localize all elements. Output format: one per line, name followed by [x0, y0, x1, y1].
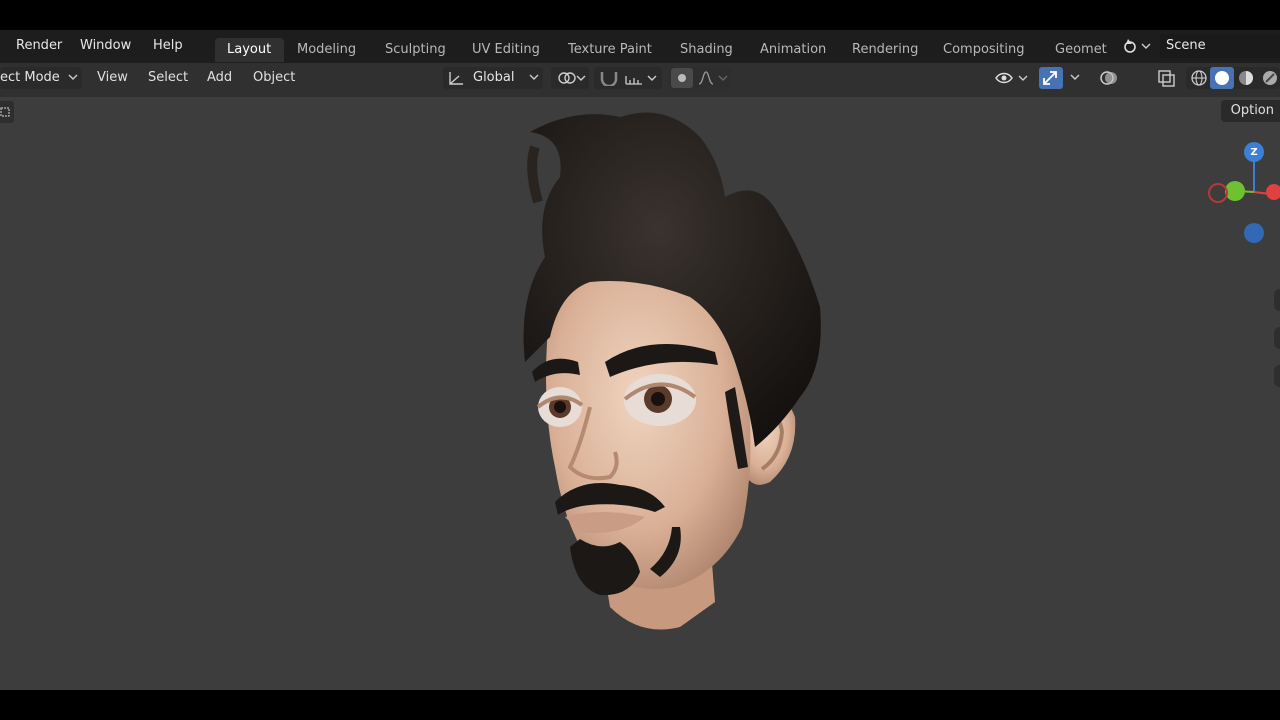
tab-compositing[interactable]: Compositing	[931, 38, 1045, 62]
tab-uv-editing[interactable]: UV Editing	[460, 38, 559, 62]
scene-icon	[1124, 39, 1151, 53]
proportional-edit-icon	[671, 68, 693, 88]
overlay-icon	[1100, 71, 1117, 85]
camera-view-button[interactable]	[1274, 365, 1280, 387]
pan-button[interactable]	[1274, 327, 1280, 349]
snap-controls[interactable]	[594, 67, 662, 89]
overlay-button[interactable]	[1097, 67, 1121, 89]
pivot-dropdown[interactable]	[551, 67, 589, 89]
toolbar-toggle[interactable]	[0, 101, 14, 123]
select-box-icon	[0, 107, 10, 117]
transform-orientation-icon	[449, 72, 463, 85]
menu-view[interactable]: View	[97, 70, 128, 85]
rendered-shading-icon	[1262, 71, 1277, 85]
proportional-edit-controls[interactable]	[669, 67, 731, 89]
scene-selector[interactable]	[1120, 36, 1156, 56]
menu-add[interactable]: Add	[207, 70, 232, 85]
orientation-dropdown[interactable]: Global	[443, 67, 543, 89]
material-shading-button[interactable]	[1235, 68, 1257, 88]
gizmo-x-axis[interactable]	[1266, 184, 1280, 200]
zoom-button[interactable]	[1274, 289, 1280, 311]
tab-sculpting[interactable]: Sculpting	[373, 38, 462, 62]
menu-help[interactable]: Help	[153, 38, 183, 53]
eye-visibility-icon	[995, 72, 1028, 84]
gizmo-z-axis[interactable]: Z	[1244, 142, 1264, 162]
tab-rendering[interactable]: Rendering	[840, 38, 934, 62]
character-head-model[interactable]	[480, 107, 860, 647]
snap-magnet-icon	[600, 72, 618, 86]
visibility-dropdown[interactable]	[992, 67, 1030, 89]
menu-object[interactable]: Object	[253, 70, 295, 85]
chevron-down-icon	[68, 74, 78, 80]
gizmo-arrow-icon	[1043, 71, 1057, 85]
tab-geometry-nodes[interactable]: Geomet	[1043, 38, 1119, 62]
orientation-label: Global	[473, 70, 515, 85]
rendered-shading-button[interactable]	[1259, 68, 1280, 88]
tab-animation[interactable]: Animation	[748, 38, 847, 62]
wireframe-shading-button[interactable]	[1188, 68, 1210, 88]
gizmo-neg-x-axis[interactable]	[1208, 183, 1228, 203]
options-button[interactable]: Option	[1220, 100, 1280, 122]
mode-dropdown[interactable]: ect Mode	[0, 67, 82, 89]
tab-layout[interactable]: Layout	[215, 38, 284, 62]
solid-shading-button[interactable]	[1210, 67, 1234, 89]
gizmo-y-axis[interactable]	[1225, 181, 1245, 201]
snap-increment-icon	[625, 75, 657, 85]
gizmo-neg-z-axis[interactable]	[1244, 223, 1264, 243]
gizmo-toggle-button[interactable]	[1039, 67, 1063, 89]
mode-label: ect Mode	[0, 70, 60, 85]
solid-shading-icon	[1215, 71, 1229, 85]
menu-select[interactable]: Select	[148, 70, 188, 85]
chevron-down-icon[interactable]	[1068, 73, 1082, 83]
material-shading-icon	[1239, 71, 1253, 85]
falloff-curve-icon	[698, 71, 728, 85]
scene-name: Scene	[1166, 38, 1206, 53]
wireframe-shading-icon	[1191, 70, 1207, 86]
pivot-point-icon	[558, 72, 586, 84]
menu-window[interactable]: Window	[80, 38, 131, 53]
3d-viewport[interactable]: Z	[0, 97, 1280, 690]
xray-icon	[1158, 70, 1175, 87]
scene-field[interactable]: Scene	[1160, 34, 1280, 58]
tab-modeling[interactable]: Modeling	[285, 38, 369, 62]
navigation-gizmo[interactable]: Z	[1200, 137, 1280, 247]
tab-shading[interactable]: Shading	[668, 38, 752, 62]
menu-render[interactable]: Render	[16, 38, 62, 53]
chevron-down-icon	[529, 74, 539, 80]
tab-texture-paint[interactable]: Texture Paint	[556, 38, 670, 62]
xray-button[interactable]	[1155, 67, 1177, 89]
